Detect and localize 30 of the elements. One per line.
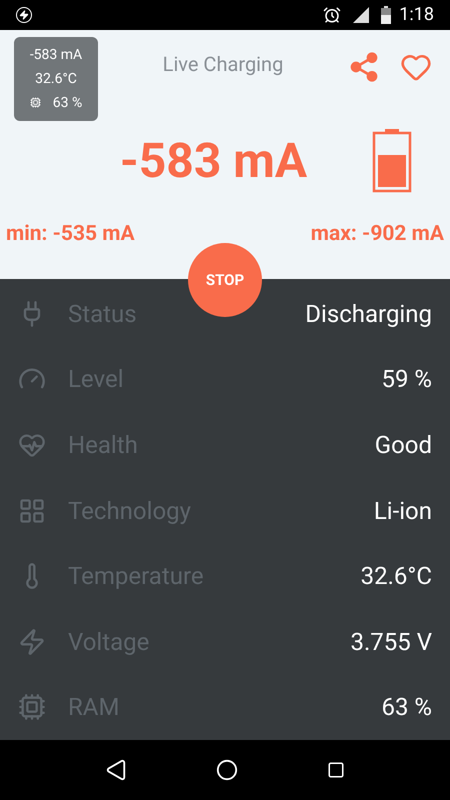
alarm-icon	[323, 6, 342, 24]
row-value: Discharging	[305, 298, 432, 330]
row-value: Li-ion	[374, 496, 432, 527]
row-value: 32.6°C	[360, 561, 432, 592]
min-reading: min: -535 mA	[6, 220, 135, 248]
chip-icon	[18, 693, 46, 722]
grid-icon	[18, 496, 46, 525]
widget-current: -583 mA	[30, 46, 82, 65]
battery-icon	[372, 128, 412, 193]
chip-icon	[30, 97, 41, 108]
signal-icon	[353, 6, 370, 23]
back-icon[interactable]	[104, 759, 127, 782]
row-value: 63 %	[381, 692, 432, 724]
widget-temperature: 32.6°C	[35, 70, 77, 89]
app-title: Live Charging	[162, 50, 284, 78]
recents-icon[interactable]	[327, 761, 346, 780]
row-value: Good	[374, 430, 432, 462]
lightning-icon	[18, 628, 46, 656]
widget-ram: 63 %	[52, 94, 82, 113]
share-icon[interactable]	[348, 50, 380, 83]
widget-preview[interactable]: -583 mA 32.6°C 63 %	[14, 36, 98, 121]
current-reading: -583 mA	[118, 130, 308, 191]
row-value: 59 %	[381, 364, 432, 396]
stop-button[interactable]: STOP	[188, 242, 262, 317]
row-value: 3.755 V	[350, 626, 432, 658]
max-reading: max: -902 mA	[310, 220, 444, 248]
battery-icon	[381, 6, 392, 24]
home-icon[interactable]	[216, 759, 238, 782]
lightning-icon	[16, 6, 32, 23]
clock-time: 1:18	[399, 3, 434, 28]
